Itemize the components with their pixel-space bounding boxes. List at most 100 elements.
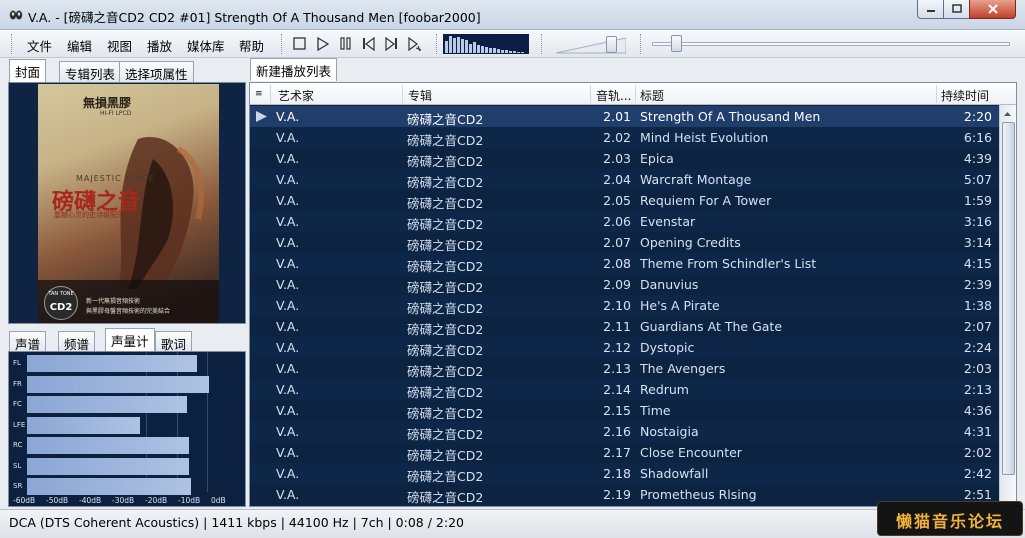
volume-grip[interactable] [541, 34, 544, 54]
spectrum-bar [513, 51, 516, 53]
visualizer-grip[interactable] [436, 34, 439, 54]
meter-level-bar [27, 355, 197, 372]
row-track-number: 2.06 [603, 214, 631, 229]
meter-level-bar [27, 396, 187, 413]
playlist-tabs-strip [248, 58, 1025, 83]
playlist-row[interactable]: V.A. 磅礴之音CD2 2.15 Time 4:36 [250, 400, 999, 421]
playlist-row[interactable]: V.A. 磅礴之音CD2 2.05 Requiem For A Tower 1:59 [250, 190, 999, 211]
tab-spectrum[interactable]: 频谱 [58, 331, 96, 352]
row-artist: V.A. [276, 109, 300, 124]
scroll-up-icon[interactable] [1000, 107, 1015, 121]
minimize-button[interactable] [917, 0, 944, 19]
col-artist[interactable]: 艺术家 [278, 87, 314, 104]
seek-slider[interactable] [652, 35, 1010, 52]
menu-view[interactable]: 视图 [107, 36, 132, 55]
column-separator[interactable] [270, 85, 271, 103]
playlist-row[interactable]: V.A. 磅礴之音CD2 2.12 Dystopic 2:24 [250, 337, 999, 358]
row-duration: 2:07 [963, 319, 992, 334]
row-track-number: 2.17 [603, 445, 631, 460]
play-icon[interactable] [314, 36, 331, 52]
seek-thumb[interactable] [671, 35, 682, 52]
row-title: Opening Credits [640, 235, 741, 250]
menu-library[interactable]: 媒体库 [187, 36, 225, 55]
tab-selection-properties[interactable]: 选择项属性 [119, 61, 194, 82]
column-separator[interactable] [936, 85, 937, 103]
next-icon[interactable] [383, 36, 400, 52]
playlist-row[interactable]: V.A. 磅礴之音CD2 2.17 Close Encounter 2:02 [250, 442, 999, 463]
playlist-row[interactable]: V.A. 磅礴之音CD2 2.10 He's A Pirate 1:38 [250, 295, 999, 316]
stop-icon[interactable] [291, 36, 308, 52]
row-track-number: 2.10 [603, 298, 631, 313]
playlist-view[interactable]: ≡ 艺术家 专辑 音轨... 标题 持续时间 V.A. 磅礴之音CD2 2.01 St… [249, 82, 1017, 507]
forum-watermark: 懒猫音乐论坛 [877, 501, 1023, 536]
menu-help[interactable]: 帮助 [239, 36, 264, 55]
toolbar-spectrum-visualizer [443, 34, 529, 54]
playlist-scrollbar[interactable] [999, 105, 1016, 506]
row-duration: 4:39 [963, 151, 992, 166]
col-duration[interactable]: 持续时间 [941, 87, 989, 104]
col-title[interactable]: 标题 [640, 87, 664, 104]
col-track[interactable]: 音轨... [596, 87, 631, 104]
status-bar: DCA (DTS Coherent Acoustics) | 1411 kbps… [0, 509, 1025, 538]
volume-slider[interactable] [556, 36, 626, 54]
spectrum-bar [469, 44, 472, 53]
col-album[interactable]: 专辑 [408, 87, 432, 104]
tab-spectrogram[interactable]: 声谱 [9, 331, 47, 352]
col-playing-indicator[interactable]: ≡ [255, 89, 263, 99]
volume-thumb[interactable] [606, 36, 617, 53]
row-album: 磅礴之音CD2 [407, 154, 484, 169]
row-duration: 5:07 [963, 172, 992, 187]
playlist-row[interactable]: V.A. 磅礴之音CD2 2.14 Redrum 2:13 [250, 379, 999, 400]
meter-scale-tick: -10dB [178, 496, 201, 505]
row-track-number: 2.04 [603, 172, 631, 187]
menu-grip[interactable] [11, 34, 14, 54]
row-duration: 2:24 [963, 340, 992, 355]
playlist-row[interactable]: V.A. 磅礴之音CD2 2.01 Strength Of A Thousand Me… [250, 106, 999, 127]
menu-playback[interactable]: 播放 [147, 36, 172, 55]
random-icon[interactable] [406, 36, 423, 52]
spectrum-bar [465, 40, 468, 53]
column-separator[interactable] [590, 85, 591, 103]
row-title: Warcraft Montage [640, 172, 752, 187]
seek-track [652, 42, 1010, 46]
row-duration: 2:02 [963, 445, 992, 460]
playlist-row[interactable]: V.A. 磅礴之音CD2 2.16 Nostaigia 4:31 [250, 421, 999, 442]
playlist-row[interactable]: V.A. 磅礴之音CD2 2.07 Opening Credits 3:14 [250, 232, 999, 253]
playlist-row[interactable]: V.A. 磅礴之音CD2 2.03 Epica 4:39 [250, 148, 999, 169]
playlist-row[interactable]: V.A. 磅礴之音CD2 2.13 The Avengers 2:03 [250, 358, 999, 379]
column-separator[interactable] [635, 85, 636, 103]
vu-meter-panel: FL FR FC LFE RC SL SR -60dB -50dB -40dB -30dB -20dB… [8, 351, 246, 507]
column-separator[interactable] [402, 85, 403, 103]
close-button[interactable] [969, 0, 1016, 19]
row-duration: 2:13 [963, 382, 992, 397]
tab-album-list[interactable]: 专辑列表 [59, 61, 122, 82]
meter-scale-tick: -60dB [13, 496, 36, 505]
previous-icon[interactable] [360, 36, 377, 52]
playlist-row[interactable]: V.A. 磅礴之音CD2 2.04 Warcraft Montage 5:07 [250, 169, 999, 190]
toolbar-grip[interactable] [281, 34, 284, 54]
seek-grip[interactable] [640, 34, 643, 54]
maximize-button[interactable] [943, 0, 970, 19]
playlist-row[interactable]: V.A. 磅礴之音CD2 2.02 Mind Heist Evolution 6:16 [250, 127, 999, 148]
row-album: 磅礴之音CD2 [407, 406, 484, 421]
tab-vu-meter[interactable]: 声量计 [105, 328, 155, 351]
scroll-thumb[interactable] [1002, 122, 1015, 475]
tab-new-playlist[interactable]: 新建播放列表 [250, 58, 338, 81]
row-title: Danuvius [640, 277, 699, 292]
row-title: Dystopic [640, 340, 695, 355]
row-title: He's A Pirate [640, 298, 720, 313]
meter-channel-label: RC [13, 441, 23, 449]
tab-lyrics[interactable]: 歌词 [155, 331, 193, 352]
row-album: 磅礴之音CD2 [407, 448, 484, 463]
row-album: 磅礴之音CD2 [407, 259, 484, 274]
playlist-row[interactable]: V.A. 磅礴之音CD2 2.11 Guardians At The Gate 2:07 [250, 316, 999, 337]
menu-file[interactable]: 文件 [27, 36, 52, 55]
playlist-row[interactable]: V.A. 磅礴之音CD2 2.08 Theme From Schindler's Li… [250, 253, 999, 274]
tab-cover[interactable]: 封面 [9, 59, 47, 82]
menu-edit[interactable]: 编辑 [67, 36, 92, 55]
playlist-row[interactable]: V.A. 磅礴之音CD2 2.06 Evenstar 3:16 [250, 211, 999, 232]
playlist-row[interactable]: V.A. 磅礴之音CD2 2.18 Shadowfall 2:42 [250, 463, 999, 484]
playlist-row[interactable]: V.A. 磅礴之音CD2 2.09 Danuvius 2:39 [250, 274, 999, 295]
maximize-icon [951, 4, 962, 13]
pause-icon[interactable] [337, 36, 354, 52]
